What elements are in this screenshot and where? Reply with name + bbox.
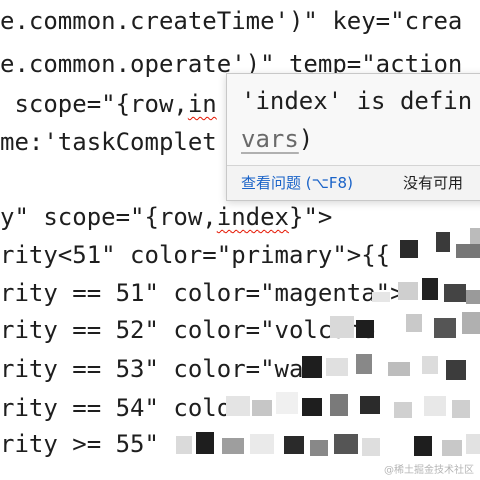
hover-message: 'index' is defin (241, 87, 473, 115)
code-line-1: e.common.createTime')" key="crea (0, 7, 463, 35)
error-squiggle-index[interactable]: index (217, 203, 289, 231)
code-line-4: me:'taskComplet (0, 128, 217, 156)
code-line-6: y" scope="{row,index}"> (0, 198, 332, 236)
hover-close-paren: ) (298, 125, 314, 153)
code-line-7: rity<51" color="primary">{{ (0, 241, 405, 269)
code-line-9: rity == 52" color="volcano (0, 316, 376, 344)
view-problem-link[interactable]: 查看问题 (⌥F8) (241, 166, 353, 200)
watermark: @稀土掘金技术社区 (384, 465, 474, 476)
code-editor[interactable]: e.common.createTime')" key="crea e.commo… (0, 0, 480, 480)
hover-message-line2: vars) (241, 120, 313, 158)
error-hover-tooltip: 'index' is defin vars) 查看问题 (⌥F8) 没有可用 (226, 73, 480, 201)
code-line-3: scope="{row,in (0, 85, 217, 123)
code-text: y" scope="{row, (0, 203, 217, 231)
code-line-8: rity == 51" color="magenta"> (0, 279, 405, 307)
error-squiggle[interactable]: in (188, 90, 217, 118)
code-text: }"> (289, 203, 333, 231)
code-line-11: rity == 54" colo (0, 394, 232, 422)
code-line-12: rity >= 55" (0, 430, 174, 458)
hover-action-bar: 查看问题 (⌥F8) 没有可用 (227, 165, 480, 200)
no-quick-fix-link[interactable]: 没有可用 (403, 166, 463, 200)
code-line-10: rity == 53" color="wa (0, 355, 304, 383)
code-text: scope="{row, (0, 90, 188, 118)
hover-vars-link[interactable]: vars (241, 125, 299, 153)
